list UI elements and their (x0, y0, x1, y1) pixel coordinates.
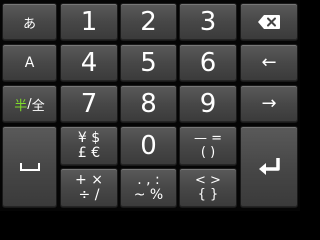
currency-top-label: ¥ $ (77, 130, 101, 146)
alpha-mode-key[interactable]: A (2, 44, 57, 82)
half-width-label: 半 (14, 98, 28, 114)
key-2[interactable]: 2 (120, 3, 177, 41)
enter-icon (259, 158, 280, 175)
backspace-key[interactable] (240, 3, 298, 41)
math-symbols-key[interactable]: + × ÷ / (60, 168, 118, 208)
kana-mode-key[interactable]: あ (2, 3, 57, 41)
dash-bottom-label: ( ) (200, 145, 216, 160)
currency-key[interactable]: ¥ $ £ € (60, 126, 118, 166)
space-key[interactable] (2, 126, 57, 208)
left-arrow-key[interactable]: ← (240, 44, 298, 82)
key-7[interactable]: 7 (60, 85, 118, 123)
key-6[interactable]: 6 (179, 44, 237, 82)
bracket-bottom-label: { } (197, 187, 219, 202)
key-4[interactable]: 4 (60, 44, 118, 82)
brackets-key[interactable]: < > { } (179, 168, 237, 208)
full-width-label: 全 (31, 98, 45, 114)
key-0[interactable]: 0 (120, 126, 177, 166)
numeric-keyboard: あ 1 2 3 A 4 5 6 ← 半 / 全 7 8 9 → ¥ $ £ € 0 … (0, 0, 300, 211)
space-icon (19, 163, 40, 171)
key-3[interactable]: 3 (179, 3, 237, 41)
bracket-top-label: < > (195, 173, 221, 188)
key-8[interactable]: 8 (120, 85, 177, 123)
enter-key[interactable] (240, 126, 298, 208)
right-arrow-key[interactable]: → (240, 85, 298, 123)
punct-top-label: . , : (137, 172, 160, 188)
punctuation-key[interactable]: . , : ~ % (120, 168, 177, 208)
punct-bottom-label: ~ % (133, 187, 164, 203)
backspace-icon (258, 15, 280, 29)
math-bottom-label: ÷ / (78, 187, 100, 203)
currency-bottom-label: £ € (77, 145, 101, 161)
half-full-width-key[interactable]: 半 / 全 (2, 85, 57, 123)
dash-top-label: — = (193, 131, 223, 146)
key-5[interactable]: 5 (120, 44, 177, 82)
math-top-label: + × (75, 172, 103, 188)
key-1[interactable]: 1 (60, 3, 118, 41)
dash-paren-key[interactable]: — = ( ) (179, 126, 237, 166)
key-9[interactable]: 9 (179, 85, 237, 123)
